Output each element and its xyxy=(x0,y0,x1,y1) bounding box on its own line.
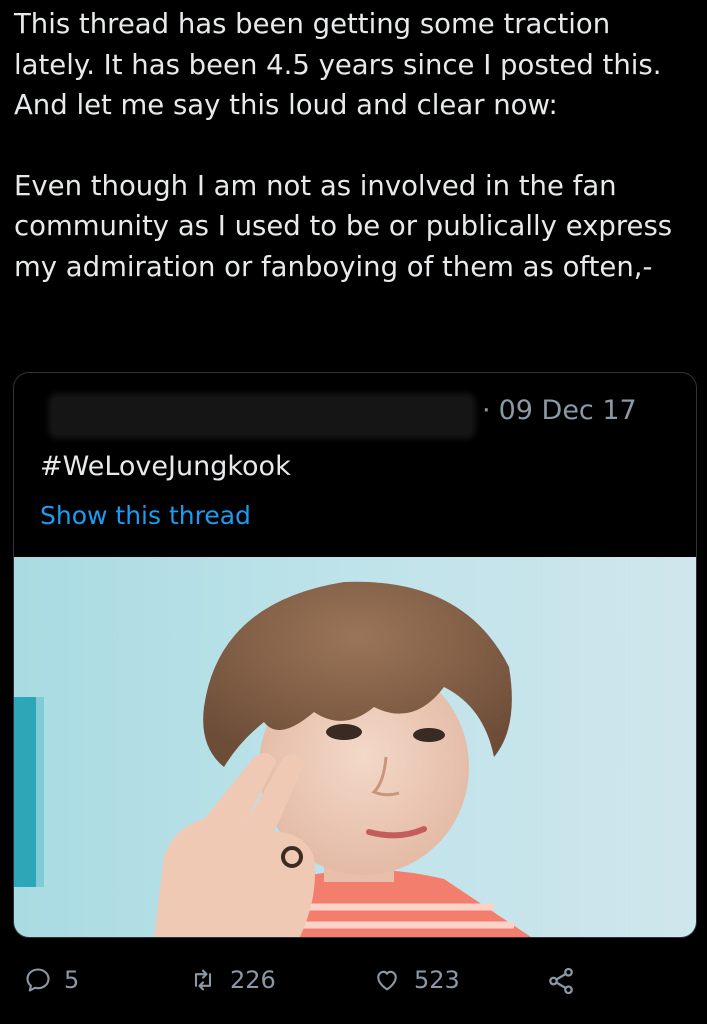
quoted-tweet-text[interactable]: #WeLoveJungkook xyxy=(40,451,291,482)
photo-illustration xyxy=(14,557,696,937)
share-button[interactable] xyxy=(545,966,577,996)
share-icon xyxy=(549,967,573,995)
quoted-tweet-date[interactable]: · 09 Dec 17 xyxy=(482,395,637,426)
quoted-tweet-header: · 09 Dec 17 xyxy=(32,393,682,435)
redacted-author-name xyxy=(52,397,472,435)
tweet-paragraph-2: Even though I am not as involved in the … xyxy=(14,169,673,283)
retweet-button[interactable]: 226 xyxy=(188,966,276,994)
retweet-count: 226 xyxy=(230,966,276,994)
reply-icon xyxy=(26,968,50,992)
like-icon xyxy=(377,970,397,991)
show-thread-link[interactable]: Show this thread xyxy=(40,501,251,530)
retweet-icon xyxy=(194,969,212,991)
reply-count: 5 xyxy=(64,966,80,994)
tweet-paragraph-1: This thread has been getting some tracti… xyxy=(14,8,662,121)
quoted-tweet-photo[interactable] xyxy=(14,557,696,937)
date-separator: · xyxy=(482,395,491,426)
quoted-tweet-card[interactable]: · 09 Dec 17 #WeLoveJungkook Show this thr… xyxy=(13,372,697,938)
like-count: 523 xyxy=(414,966,460,994)
like-button[interactable]: 523 xyxy=(372,966,460,994)
tweet-action-bar: 5 226 523 xyxy=(0,958,707,1008)
reply-button[interactable]: 5 xyxy=(24,966,79,994)
date-text: 09 Dec 17 xyxy=(498,395,637,426)
tweet-text: This thread has been getting some tracti… xyxy=(14,4,694,287)
